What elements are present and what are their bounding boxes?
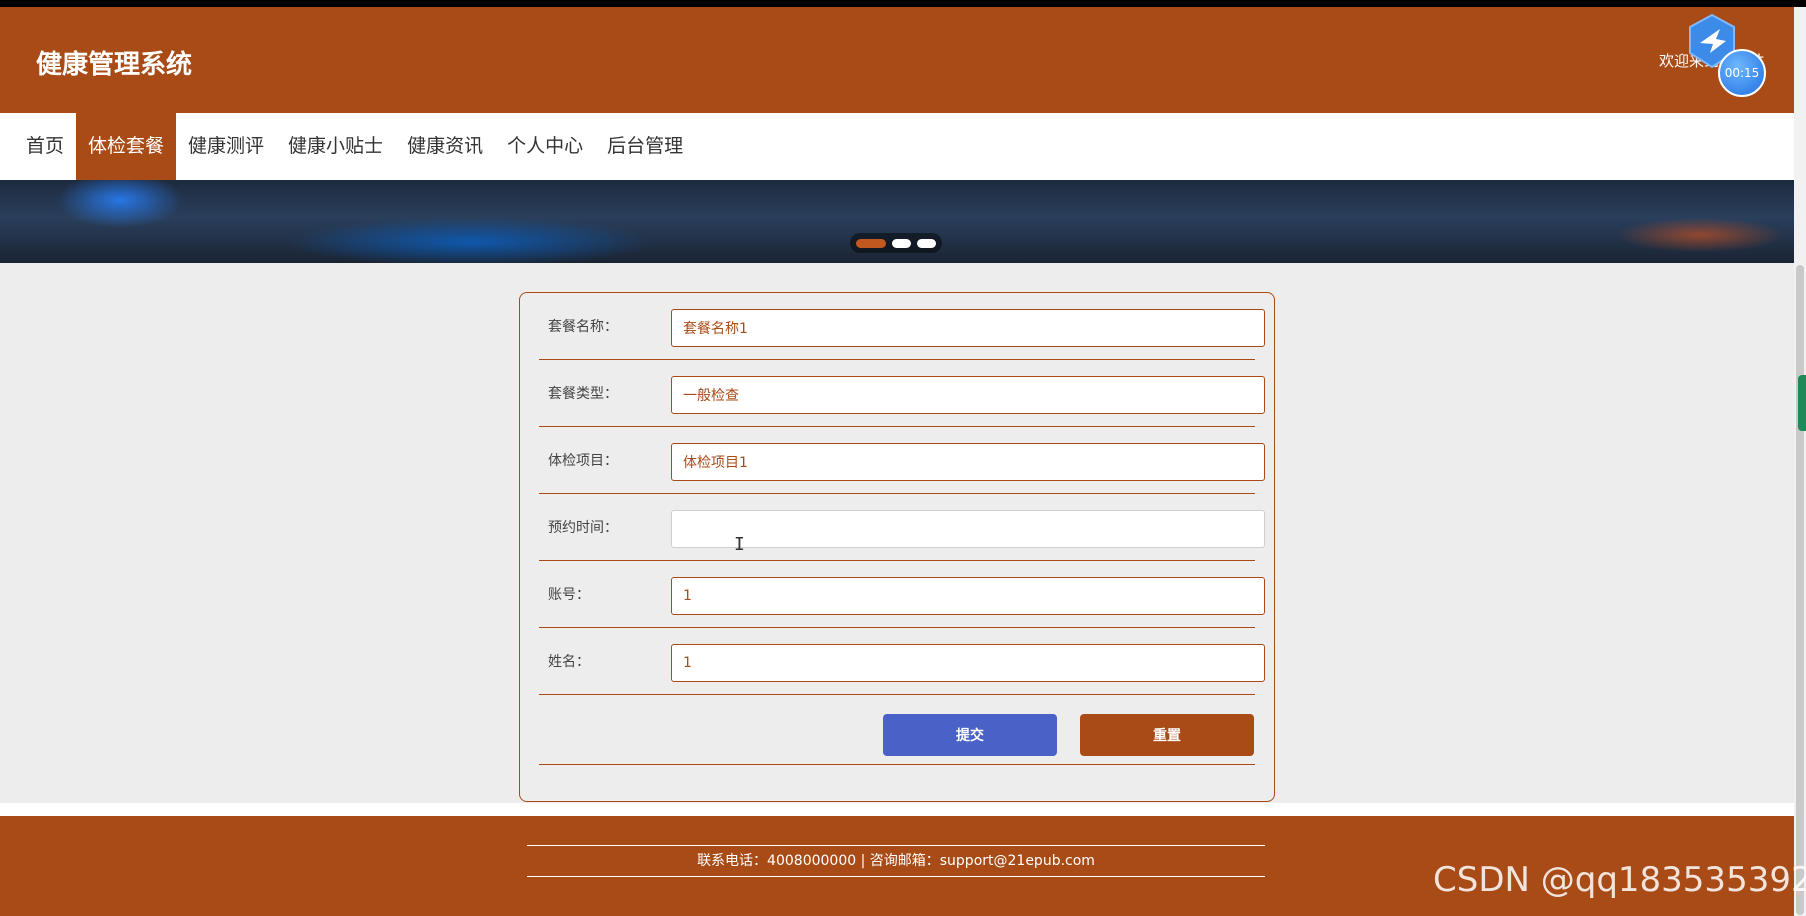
package-type-label: 套餐类型： [548, 386, 618, 402]
form-row-name: 姓名： [539, 628, 1265, 695]
form-row-package-type: 套餐类型： [539, 360, 1265, 427]
form-row-checkup-item: 体检项目： [539, 427, 1265, 494]
carousel-indicators [850, 233, 942, 253]
form-row-package-name: 套餐名称： [539, 293, 1265, 360]
side-panel-tab[interactable] [1798, 375, 1806, 431]
form-row-account: 账号： [539, 561, 1265, 628]
name-input[interactable] [671, 644, 1265, 682]
nav-item-personal-center[interactable]: 个人中心 [495, 113, 595, 180]
carousel-dot-2[interactable] [892, 238, 911, 248]
checkup-item-input[interactable] [671, 443, 1265, 481]
appointment-time-input[interactable] [671, 510, 1265, 548]
carousel-dot-3[interactable] [917, 238, 936, 248]
account-label: 账号： [548, 587, 590, 603]
form-row-appointment-time: 预约时间： [539, 494, 1265, 561]
package-name-label: 套餐名称： [548, 319, 618, 335]
page: 健康管理系统 欢迎来到本网站 首页 体检套餐 健康测评 健康小贴士 健康资讯 个… [0, 7, 1794, 916]
booking-form: 套餐名称： 套餐类型： 体检项目： 预约时间： 账号： 姓名： 提交 重置 [519, 292, 1275, 802]
recording-timer[interactable]: 00:15 [1718, 49, 1766, 97]
nav-item-health-tips[interactable]: 健康小贴士 [276, 113, 395, 180]
nav-item-home[interactable]: 首页 [14, 113, 76, 180]
nav-item-health-assessment[interactable]: 健康测评 [176, 113, 276, 180]
appointment-time-label: 预约时间： [548, 520, 618, 536]
carousel-dot-1[interactable] [856, 238, 886, 248]
site-title: 健康管理系统 [36, 50, 193, 80]
banner-carousel [0, 180, 1794, 263]
footer-spacer [0, 803, 1794, 816]
nav-item-checkup-package[interactable]: 体检套餐 [76, 113, 177, 180]
checkup-item-label: 体检项目： [548, 453, 618, 469]
nav-item-admin[interactable]: 后台管理 [595, 113, 695, 180]
form-actions: 提交 重置 [539, 695, 1255, 765]
scrollbar-thumb[interactable] [1796, 265, 1804, 915]
package-name-input[interactable] [671, 309, 1265, 347]
site-header: 健康管理系统 欢迎来到本网站 [0, 7, 1794, 113]
main-nav: 首页 体检套餐 健康测评 健康小贴士 健康资讯 个人中心 后台管理 [0, 113, 1794, 180]
watermark: CSDN @qq183535392 [1433, 860, 1806, 900]
nav-item-health-news[interactable]: 健康资讯 [395, 113, 495, 180]
footer-contact: 联系电话：4008000000 | 咨询邮箱：support@21epub.co… [527, 845, 1265, 877]
submit-button[interactable]: 提交 [883, 714, 1057, 756]
text-cursor-icon: I [734, 534, 745, 555]
package-type-input[interactable] [671, 376, 1265, 414]
name-label: 姓名： [548, 654, 590, 670]
account-input[interactable] [671, 577, 1265, 615]
page-scrollbar[interactable] [1794, 7, 1806, 916]
reset-button[interactable]: 重置 [1080, 714, 1254, 756]
